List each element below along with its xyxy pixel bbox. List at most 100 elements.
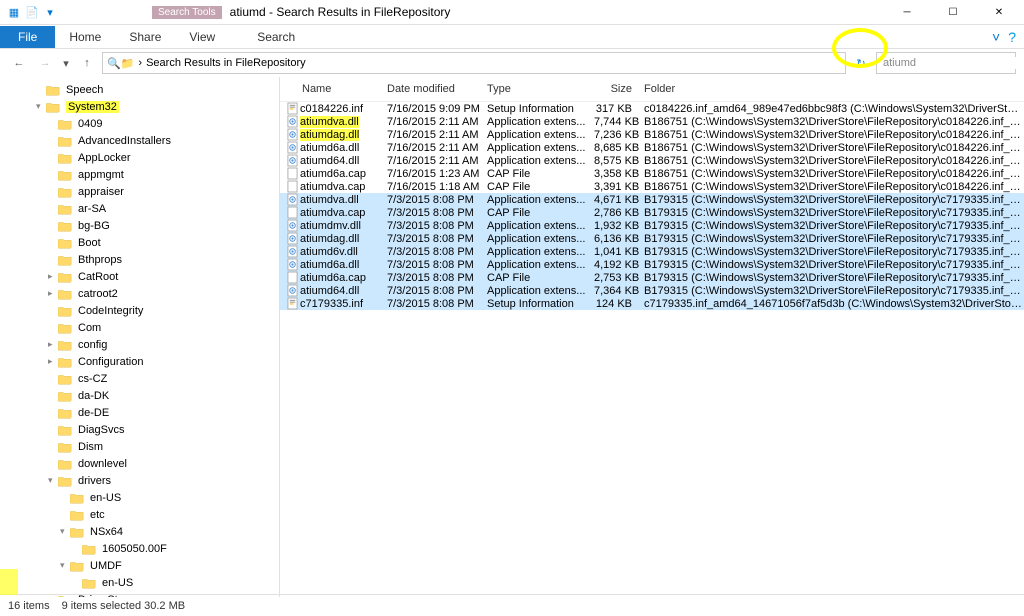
back-button[interactable]: ← xyxy=(8,52,30,74)
col-date[interactable]: Date modified xyxy=(387,83,487,95)
search-input[interactable] xyxy=(883,57,1024,69)
file-size: 7,236 KB xyxy=(594,129,644,141)
home-tab[interactable]: Home xyxy=(55,26,115,48)
file-row[interactable]: atiumd6a.dll7/3/2015 8:08 PMApplication … xyxy=(280,258,1024,271)
file-row[interactable]: atiumdmv.dll7/3/2015 8:08 PMApplication … xyxy=(280,219,1024,232)
new-folder-icon[interactable]: 📄 xyxy=(24,4,40,20)
tree-item[interactable]: Com xyxy=(0,319,279,336)
file-type: Application extens... xyxy=(487,142,594,154)
file-row[interactable]: atiumd6a.dll7/16/2015 2:11 AMApplication… xyxy=(280,141,1024,154)
file-tab[interactable]: File xyxy=(0,26,55,48)
tree-item[interactable]: ▾System32 xyxy=(0,98,279,115)
tree-item[interactable]: en-US xyxy=(0,489,279,506)
forward-button[interactable]: → xyxy=(34,52,56,74)
share-tab[interactable]: Share xyxy=(115,26,175,48)
tree-item-label: Bthprops xyxy=(78,254,122,266)
tree-item[interactable]: en-US xyxy=(0,574,279,591)
refresh-button[interactable]: ↻ xyxy=(850,52,872,74)
col-type[interactable]: Type xyxy=(487,83,594,95)
file-row[interactable]: c0184226.inf7/16/2015 9:09 PMSetup Infor… xyxy=(280,102,1024,115)
expand-ribbon-icon[interactable]: ˅ xyxy=(992,29,1000,45)
view-tab[interactable]: View xyxy=(175,26,229,48)
column-headers[interactable]: Name Date modified Type Size Folder xyxy=(280,77,1024,102)
file-type: Application extens... xyxy=(487,194,594,206)
tree-item[interactable]: de-DE xyxy=(0,404,279,421)
file-row[interactable]: atiumd6a.cap7/3/2015 8:08 PMCAP File2,75… xyxy=(280,271,1024,284)
help-icon[interactable]: ? xyxy=(1008,29,1016,45)
tree-item[interactable]: bg-BG xyxy=(0,217,279,234)
search-box[interactable]: × xyxy=(876,52,1016,74)
tree-item[interactable]: ▸Configuration xyxy=(0,353,279,370)
file-row[interactable]: atiumdag.dll7/16/2015 2:11 AMApplication… xyxy=(280,128,1024,141)
file-type: Application extens... xyxy=(487,246,594,258)
file-row[interactable]: atiumdva.cap7/3/2015 8:08 PMCAP File2,78… xyxy=(280,206,1024,219)
tree-item[interactable]: etc xyxy=(0,506,279,523)
file-row[interactable]: atiumdva.dll7/16/2015 2:11 AMApplication… xyxy=(280,115,1024,128)
breadcrumb-text[interactable]: Search Results in FileRepository xyxy=(146,57,306,69)
recent-dropdown-icon[interactable]: ▾ xyxy=(60,52,72,74)
minimize-button[interactable]: ─ xyxy=(884,0,930,25)
tree-item[interactable]: ▾NSx64 xyxy=(0,523,279,540)
tree-item-label: CatRoot xyxy=(78,271,118,283)
tree-item-label: Configuration xyxy=(78,356,143,368)
file-row[interactable]: atiumdag.dll7/3/2015 8:08 PMApplication … xyxy=(280,232,1024,245)
file-type: Application extens... xyxy=(487,116,594,128)
file-row[interactable]: atiumd64.dll7/16/2015 2:11 AMApplication… xyxy=(280,154,1024,167)
tree-item[interactable]: ▾UMDF xyxy=(0,557,279,574)
tree-item[interactable]: Boot xyxy=(0,234,279,251)
file-size: 7,364 KB xyxy=(594,285,644,297)
file-folder: B179315 (C:\Windows\System32\DriverStore… xyxy=(644,233,1024,245)
file-row[interactable]: atiumd64.dll7/3/2015 8:08 PMApplication … xyxy=(280,284,1024,297)
file-row[interactable]: atiumdva.cap7/16/2015 1:18 AMCAP File3,3… xyxy=(280,180,1024,193)
col-size[interactable]: Size xyxy=(594,83,644,95)
file-name: atiumdmv.dll xyxy=(300,220,387,232)
file-icon xyxy=(284,154,300,167)
file-name: atiumd6a.cap xyxy=(300,168,387,180)
tree-item-label: AdvancedInstallers xyxy=(78,135,171,147)
file-row[interactable]: atiumdva.dll7/3/2015 8:08 PMApplication … xyxy=(280,193,1024,206)
file-row[interactable]: atiumd6a.cap7/16/2015 1:23 AMCAP File3,3… xyxy=(280,167,1024,180)
properties-icon[interactable]: ▦ xyxy=(6,4,22,20)
tree-item[interactable]: da-DK xyxy=(0,387,279,404)
up-button[interactable]: ↑ xyxy=(76,52,98,74)
tree-item-label: bg-BG xyxy=(78,220,110,232)
file-folder: B186751 (C:\Windows\System32\DriverStore… xyxy=(644,129,1024,141)
tree-item[interactable]: CodeIntegrity xyxy=(0,302,279,319)
col-folder[interactable]: Folder xyxy=(644,83,1024,95)
tree-item[interactable]: appmgmt xyxy=(0,166,279,183)
tree-item[interactable]: downlevel xyxy=(0,455,279,472)
tree-item[interactable]: 1605050.00F xyxy=(0,540,279,557)
maximize-button[interactable]: ☐ xyxy=(930,0,976,25)
tree-item[interactable]: 0409 xyxy=(0,115,279,132)
nav-tree[interactable]: Speech▾System320409 AdvancedInstallers App… xyxy=(0,77,280,597)
tree-item[interactable]: ▸config xyxy=(0,336,279,353)
tree-item[interactable]: Bthprops xyxy=(0,251,279,268)
col-name[interactable]: Name xyxy=(302,83,387,95)
tree-item[interactable]: AppLocker xyxy=(0,149,279,166)
file-size: 2,753 KB xyxy=(594,272,644,284)
tree-item[interactable]: ▸CatRoot xyxy=(0,268,279,285)
tree-item[interactable]: AdvancedInstallers xyxy=(0,132,279,149)
tree-item[interactable]: cs-CZ xyxy=(0,370,279,387)
close-button[interactable]: ✕ xyxy=(976,0,1022,25)
file-size: 4,192 KB xyxy=(594,259,644,271)
tree-item[interactable]: Dism xyxy=(0,438,279,455)
file-list[interactable]: Name Date modified Type Size Folder c018… xyxy=(280,77,1024,597)
tree-item[interactable]: ar-SA xyxy=(0,200,279,217)
qat-dropdown-icon[interactable]: ▾ xyxy=(42,4,58,20)
tree-item[interactable]: ▸catroot2 xyxy=(0,285,279,302)
breadcrumb[interactable]: 🔍📁 › Search Results in FileRepository xyxy=(102,52,846,74)
tree-item[interactable]: Speech xyxy=(0,81,279,98)
search-tab[interactable]: Search xyxy=(243,26,309,48)
tree-item[interactable]: appraiser xyxy=(0,183,279,200)
tree-item[interactable]: DiagSvcs xyxy=(0,421,279,438)
tree-item[interactable]: ▾drivers xyxy=(0,472,279,489)
file-row[interactable]: c7179335.inf7/3/2015 8:08 PMSetup Inform… xyxy=(280,297,1024,310)
file-folder: c0184226.inf_amd64_989e47ed6bbc98f3 (C:\… xyxy=(644,103,1024,115)
file-row[interactable]: atiumd6v.dll7/3/2015 8:08 PMApplication … xyxy=(280,245,1024,258)
file-type: Application extens... xyxy=(487,155,594,167)
file-date: 7/3/2015 8:08 PM xyxy=(387,233,487,245)
tree-item-label: da-DK xyxy=(78,390,109,402)
breadcrumb-chevron-icon[interactable]: › xyxy=(138,57,142,69)
tree-item-label: appmgmt xyxy=(78,169,124,181)
